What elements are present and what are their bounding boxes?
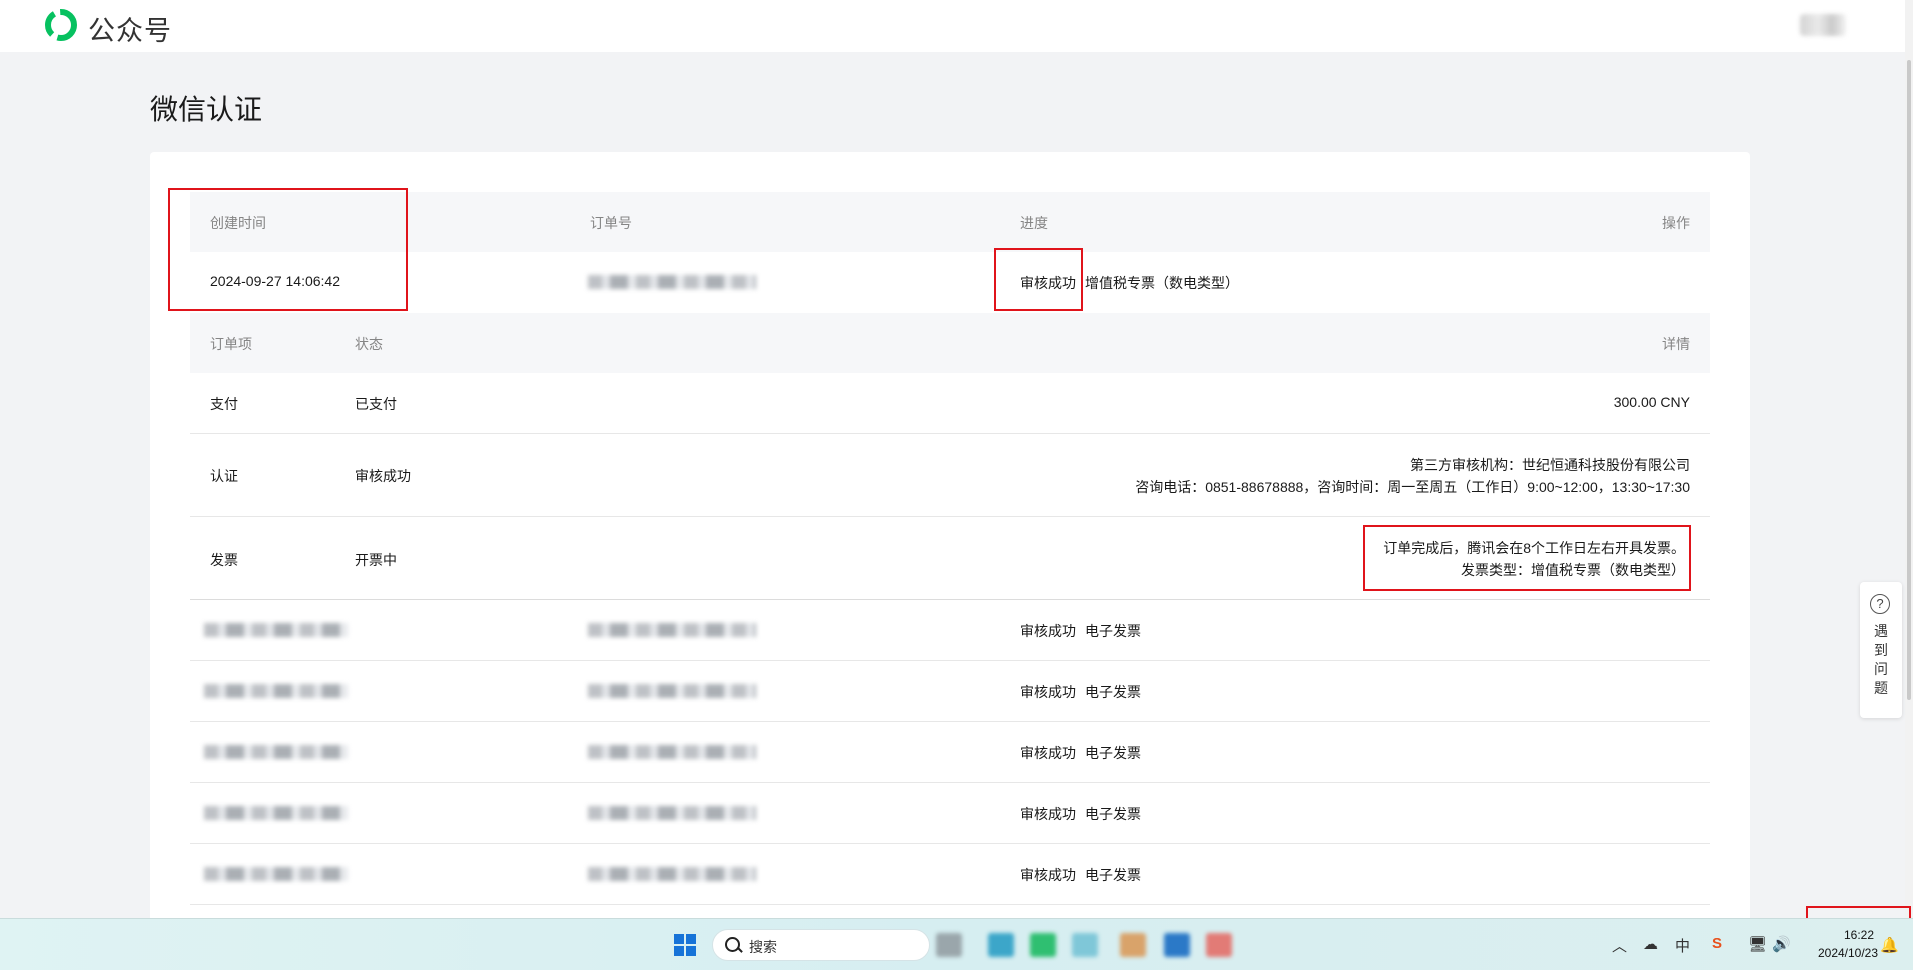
order-row[interactable]: 审核成功 电子发票 [190,600,1710,660]
order-row[interactable]: 审核成功 电子发票 [190,844,1710,904]
windows-taskbar: 搜索 ︿ ☁ 中 S 🖥 🔊 16:22 2024/10/23 🔔 [0,918,1913,970]
top-header: 公众号 [0,0,1905,52]
brand-name[interactable]: 公众号 [88,9,172,48]
order-invoice-type: 增值税专票（数电类型） [1085,275,1239,291]
search-icon [725,937,740,952]
detail-item: 认证 [210,468,238,484]
order-number-redacted [588,623,756,637]
highlight-order-status [994,248,1083,311]
detail-status: 审核成功 [355,468,411,484]
detail-status: 开票中 [355,552,397,568]
help-float-button[interactable]: ? 遇到问题 [1860,582,1902,718]
created-time-redacted [204,745,348,759]
row-divider [190,904,1710,905]
network-icon[interactable]: 🖥 [1748,935,1767,953]
order-number-redacted [588,806,756,820]
volume-icon[interactable]: 🔊 [1772,935,1791,953]
col-detail: 详情 [1662,336,1690,352]
order-invoice-type: 电子发票 [1085,684,1141,700]
created-time-redacted [204,806,348,820]
detail-table-header: 订单项 状态 详情 [190,313,1710,373]
col-action: 操作 [1662,215,1690,231]
order-status: 审核成功 [1020,623,1076,639]
page-title: 微信认证 [150,94,263,125]
order-status: 审核成功 [1020,867,1076,883]
user-avatar[interactable] [1800,14,1846,36]
detail-item: 支付 [210,396,238,412]
payment-amount: 300.00 CNY [1613,394,1690,410]
help-label: 遇到问题 [1874,623,1888,696]
taskbar-app-icon[interactable] [1030,933,1056,957]
taskbar-app-icon[interactable] [936,933,962,957]
order-status: 审核成功 [1020,745,1076,761]
created-time-redacted [204,867,348,881]
detail-row-payment: 支付 已支付 300.00 CNY [190,373,1710,433]
question-icon: ? [1870,594,1890,614]
detail-item: 发票 [210,552,238,568]
order-row[interactable]: 审核成功 电子发票 [190,722,1710,782]
wechat-official-account-logo-icon[interactable] [44,8,78,42]
highlight-invoice-notice [1363,525,1691,591]
created-time-redacted [204,623,348,637]
taskbar-app-icon[interactable] [1120,933,1146,957]
chevron-up-icon[interactable]: ︿ [1612,935,1627,956]
order-row[interactable]: 审核成功 电子发票 [190,783,1710,843]
page-scrollbar-thumb[interactable] [1907,60,1911,700]
order-invoice-type: 电子发票 [1085,623,1141,639]
taskbar-app-icon[interactable] [1164,933,1190,957]
taskbar-app-icon[interactable] [1206,933,1232,957]
col-item-status: 状态 [355,336,383,352]
detail-status: 已支付 [355,396,397,412]
created-time-redacted [204,684,348,698]
order-row[interactable]: 2024-09-27 14:06:42 审核成功 增值税专票（数电类型） [190,252,1710,312]
orders-table-header: 创建时间 订单号 进度 操作 [190,192,1710,252]
notification-bell-icon[interactable]: 🔔 [1880,936,1899,954]
order-number-redacted [588,745,756,759]
windows-start-icon[interactable] [674,934,696,956]
col-order-number: 订单号 [590,215,632,231]
detail-row-certification: 认证 审核成功 第三方审核机构：世纪恒通科技股份有限公司 咨询电话：0851-8… [190,434,1710,516]
search-placeholder: 搜索 [749,939,777,955]
order-invoice-type: 电子发票 [1085,745,1141,761]
order-number-redacted [588,275,756,289]
sogou-input-icon[interactable]: S [1712,935,1722,952]
taskbar-app-icon[interactable] [1072,933,1098,957]
order-row[interactable]: 审核成功 电子发票 [190,661,1710,721]
ime-indicator[interactable]: 中 [1675,935,1690,956]
consult-info: 咨询电话：0851-88678888，咨询时间：周一至周五（工作日）9:00~1… [1135,479,1690,495]
taskbar-search-input[interactable]: 搜索 [712,929,930,961]
order-number-redacted [588,867,756,881]
order-invoice-type: 电子发票 [1085,806,1141,822]
order-status: 审核成功 [1020,684,1076,700]
audit-agency: 第三方审核机构：世纪恒通科技股份有限公司 [1410,457,1690,473]
highlight-created-time [168,188,408,311]
taskbar-app-icon[interactable] [988,933,1014,957]
order-invoice-type: 电子发票 [1085,867,1141,883]
order-status: 审核成功 [1020,806,1076,822]
order-number-redacted [588,684,756,698]
clock-time[interactable]: 16:22 [1832,928,1886,942]
col-progress: 进度 [1020,215,1048,231]
cloud-icon[interactable]: ☁ [1643,935,1658,953]
col-order-item: 订单项 [210,336,252,352]
clock-date[interactable]: 2024/10/23 [1808,946,1888,960]
